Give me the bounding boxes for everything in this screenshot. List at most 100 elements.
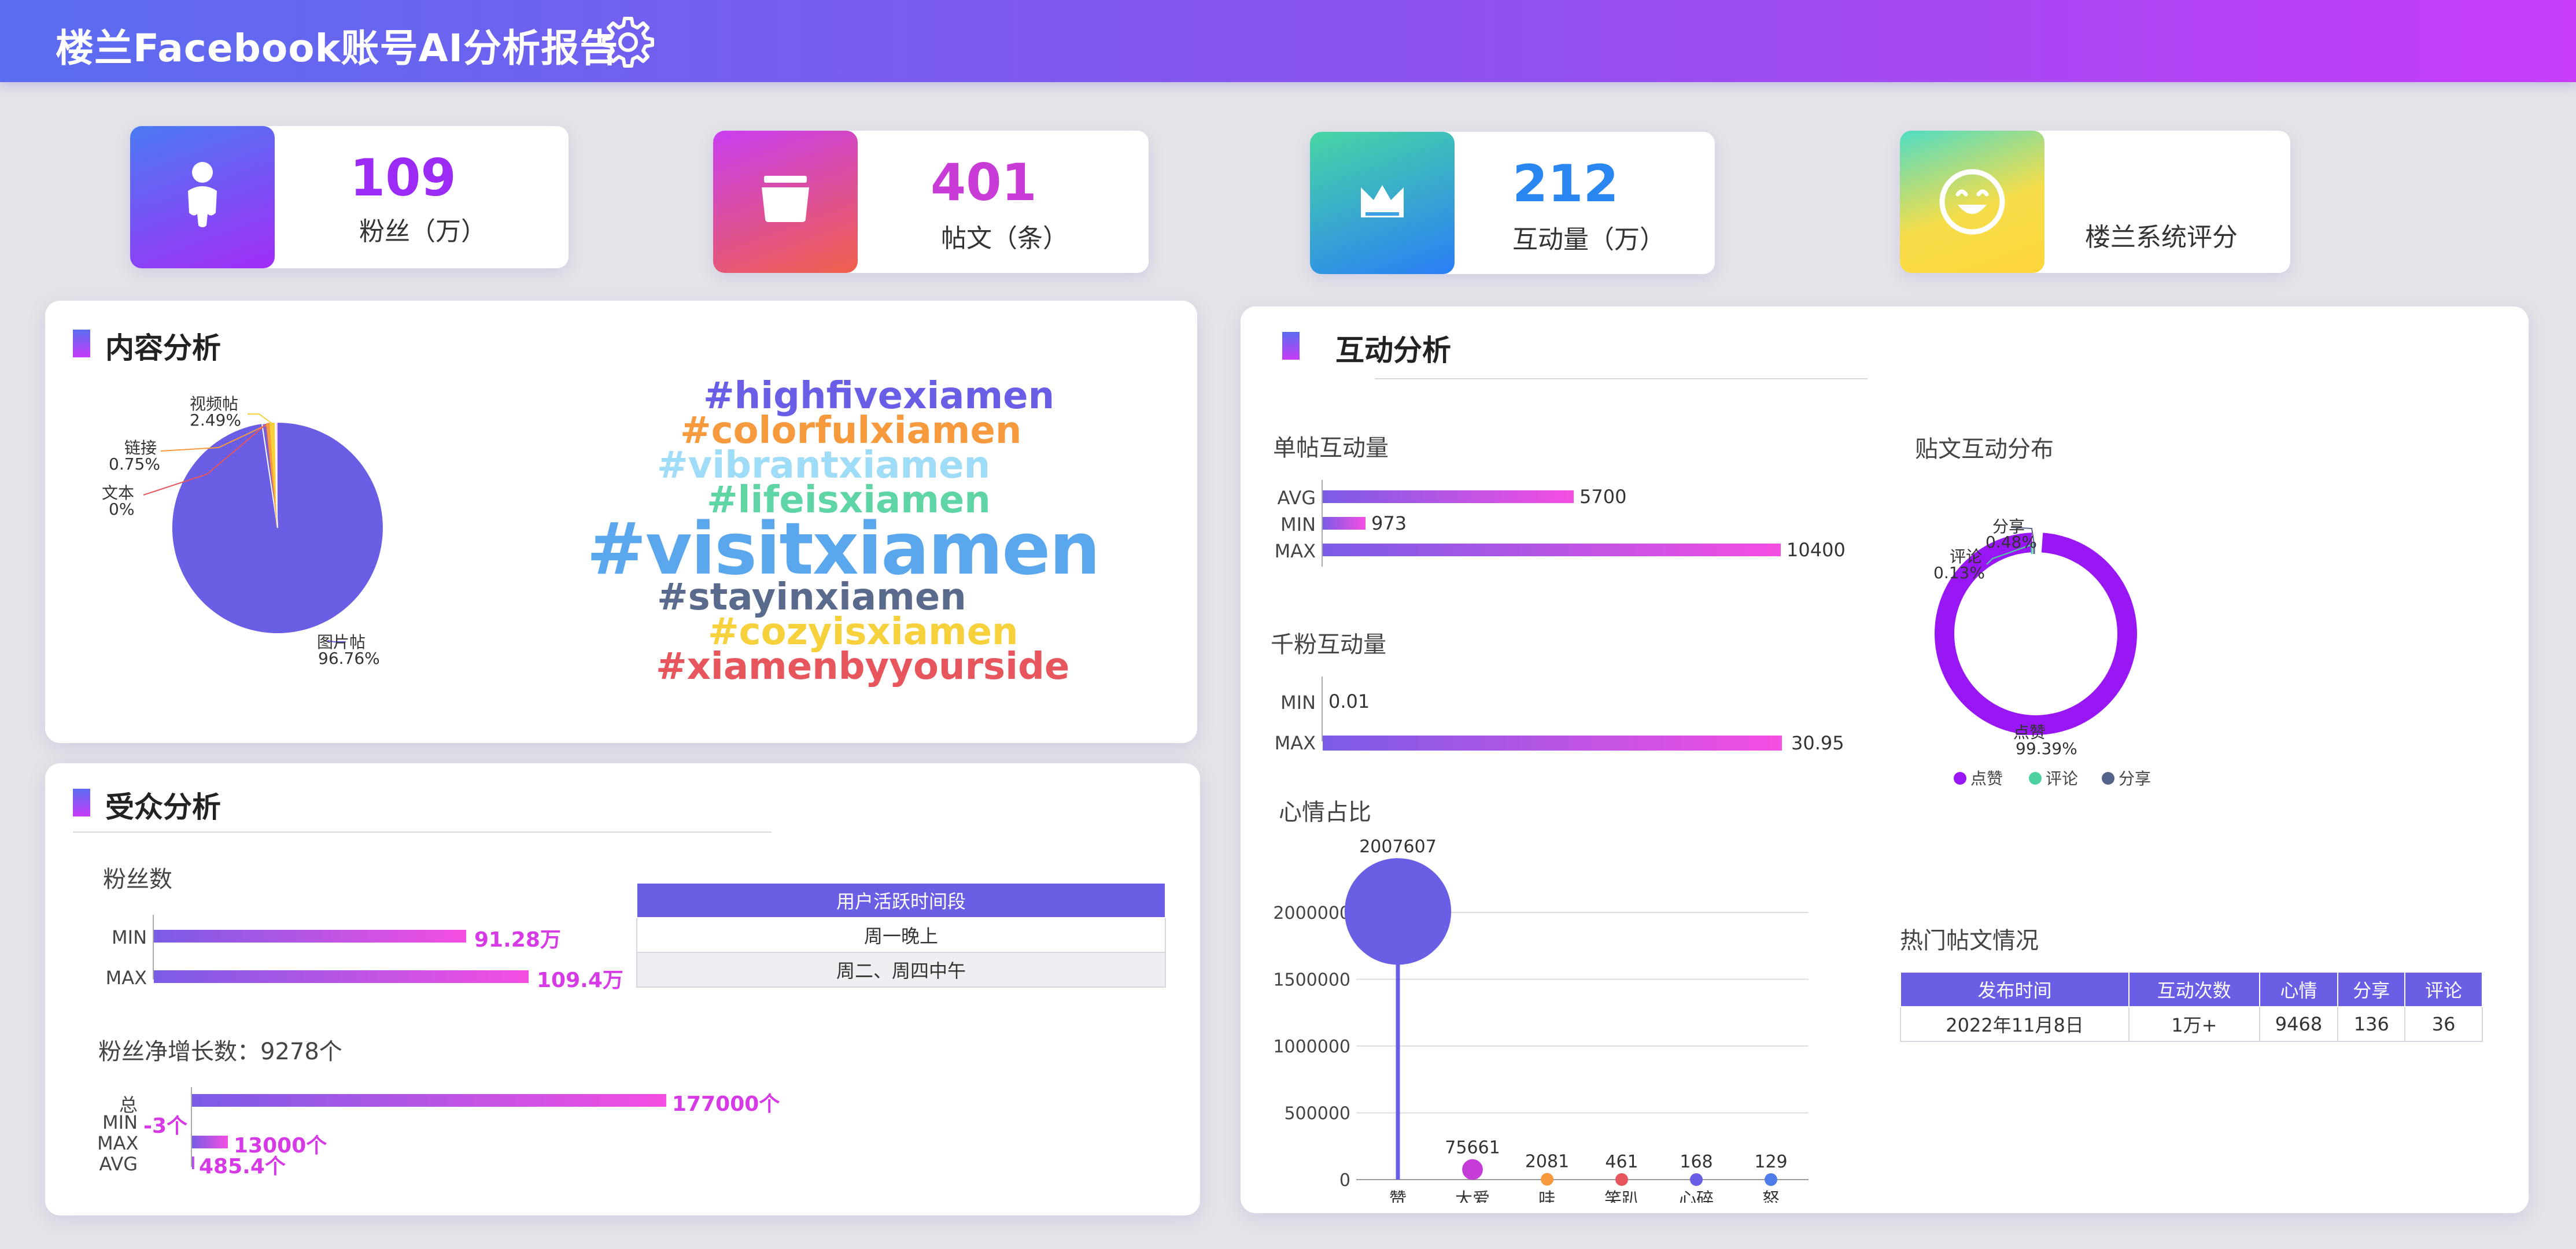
pie-value-link: 0.75% [109, 454, 160, 474]
hot-title: 热门帖文情况 [1900, 927, 2039, 954]
data-label: 75661 [1445, 1138, 1500, 1158]
active-time-table: 用户活跃时间段 周一晚上 周二、周四中午 [636, 882, 1166, 988]
lollipop-point [1690, 1173, 1703, 1186]
per-k-min-label: MIN [1280, 692, 1316, 714]
title-marker [1282, 332, 1300, 360]
single-avg-label: AVG [1277, 487, 1316, 509]
lollipop-point [1462, 1159, 1483, 1180]
per-k-max-value: 30.95 [1791, 732, 1844, 754]
growth-total-bar [192, 1094, 666, 1107]
y-tick-label: 2000000 [1273, 903, 1350, 923]
x-tick-label: 大爱 [1455, 1189, 1490, 1203]
x-tick-label: 心碎 [1679, 1189, 1714, 1203]
lollipop-point [1615, 1173, 1628, 1186]
word-byyourside: #xiamenbyyourside [656, 645, 1070, 688]
kpi-label: 互动量（万） [1512, 225, 1665, 254]
data-label: 2081 [1525, 1152, 1569, 1172]
lollipop-point [1765, 1173, 1777, 1186]
pie-value-image: 96.76% [318, 649, 380, 668]
hot-cell: 136 [2337, 1006, 2406, 1042]
single-min-bar [1323, 517, 1365, 530]
single-title: 单帖互动量 [1273, 435, 1389, 461]
kpi-value: 401 [931, 153, 1037, 212]
mood-chart: 0 500000 1000000 1500000 2000000 2007607 赞 7566… [1273, 837, 1809, 1203]
donut-value-share: 0.48% [1985, 533, 2037, 552]
data-label: 461 [1605, 1152, 1638, 1172]
y-tick-label: 500000 [1284, 1104, 1350, 1124]
person-icon [130, 126, 275, 268]
pie-value-video: 2.49% [190, 411, 241, 430]
fans-min-bar [154, 930, 466, 943]
legend-share: 分享 [2119, 769, 2151, 788]
audience-title: 受众分析 [105, 790, 221, 824]
kpi-label: 帖文（条） [941, 224, 1068, 253]
lollipop-point [1541, 1173, 1553, 1186]
hot-header-comment: 评论 [2404, 971, 2483, 1007]
growth-max-label: MAX [97, 1132, 139, 1154]
hot-header-interactions: 互动次数 [2128, 971, 2260, 1007]
hot-header-share: 分享 [2337, 971, 2406, 1007]
gear-icon[interactable] [599, 13, 657, 71]
growth-title: 粉丝净增长数：9278个 [98, 1039, 342, 1065]
fans-min-value: 91.28万 [474, 928, 561, 952]
page-title: 楼兰Facebook账号AI分析报告 [56, 26, 619, 71]
header-bar: 楼兰Facebook账号AI分析报告 [0, 0, 2576, 82]
hot-cell: 9468 [2258, 1006, 2339, 1042]
fans-title: 粉丝数 [103, 866, 172, 893]
kpi-label: 粉丝（万） [359, 217, 486, 246]
interaction-analysis-panel: 互动分析 单帖互动量 AVG 5700 MIN 973 MAX 10400 千粉… [1241, 306, 2529, 1213]
legend-like: 点赞 [1970, 769, 2003, 788]
y-tick-label: 1000000 [1273, 1037, 1350, 1057]
y-tick-label: 1500000 [1273, 970, 1350, 991]
smile-icon [1900, 131, 2044, 273]
growth-max-bar [192, 1136, 228, 1148]
legend-marker [2029, 772, 2042, 785]
single-max-value: 10400 [1787, 539, 1846, 561]
title-marker [73, 789, 90, 816]
table-row: 2022年11月8日 1万+ 9468 136 36 [1899, 1006, 2483, 1042]
hot-header-mood: 心情 [2258, 971, 2339, 1007]
legend-comment: 评论 [2046, 769, 2078, 788]
active-time-row: 周二、周四中午 [636, 952, 1166, 988]
audience-analysis-panel: 受众分析 粉丝数 MIN 91.28万 MAX 109.4万 用户活跃时间段 周… [45, 763, 1200, 1215]
active-time-header: 用户活跃时间段 [636, 882, 1166, 918]
fans-max-label: MAX [105, 967, 147, 989]
kpi-card-interactions: 212 互动量（万） [1310, 132, 1715, 274]
content-pie-chart: 视频帖 2.49% 链接 0.75% 文本 0% 图片帖 96.76% [102, 394, 383, 668]
single-min-value: 973 [1371, 512, 1407, 534]
interaction-donut-chart: 分享 0.48% 评论 0.13% 点赞 99.39% 点赞 评论 分享 [1933, 517, 2151, 788]
lollipop-point [1344, 858, 1452, 965]
x-tick-label: 赞 [1389, 1189, 1407, 1203]
kpi-card-posts: 401 帖文（条） [713, 131, 1149, 273]
single-max-label: MAX [1274, 540, 1316, 562]
kpi-value: 212 [1512, 154, 1619, 213]
fans-max-bar [154, 970, 529, 983]
x-tick-label: 笑趴 [1604, 1189, 1639, 1203]
hot-cell: 2022年11月8日 [1899, 1006, 2130, 1042]
data-label: 168 [1680, 1152, 1713, 1172]
kpi-label: 楼兰系统评分 [2085, 223, 2238, 252]
single-min-label: MIN [1280, 513, 1316, 535]
per-k-min-value: 0.01 [1328, 690, 1370, 712]
per-k-title: 千粉互动量 [1271, 631, 1386, 658]
growth-min-value: -3个 [143, 1114, 187, 1138]
folder-icon [713, 131, 858, 273]
per-k-axis [1322, 677, 1323, 741]
interaction-title: 互动分析 [1335, 334, 1451, 367]
kpi-card-score: 楼兰系统评分 [1900, 131, 2290, 273]
per-k-max-bar [1323, 736, 1782, 751]
donut-value-like: 99.39% [2016, 739, 2077, 758]
active-time-row: 周一晚上 [636, 917, 1166, 953]
hot-cell: 1万+ [2128, 1006, 2260, 1042]
single-max-bar [1323, 544, 1781, 556]
growth-avg-value: 485.4个 [199, 1155, 286, 1178]
donut-value-comment: 0.13% [1933, 563, 1985, 582]
x-tick-label: 哇 [1538, 1189, 1556, 1203]
crown-icon [1310, 132, 1455, 274]
legend-marker [2102, 772, 2114, 785]
single-avg-bar [1323, 490, 1574, 503]
data-label: 2007607 [1359, 837, 1437, 857]
fans-max-value: 109.4万 [537, 969, 623, 992]
kpi-card-fans: 109 粉丝（万） [130, 126, 569, 268]
per-k-max-label: MAX [1274, 732, 1316, 754]
